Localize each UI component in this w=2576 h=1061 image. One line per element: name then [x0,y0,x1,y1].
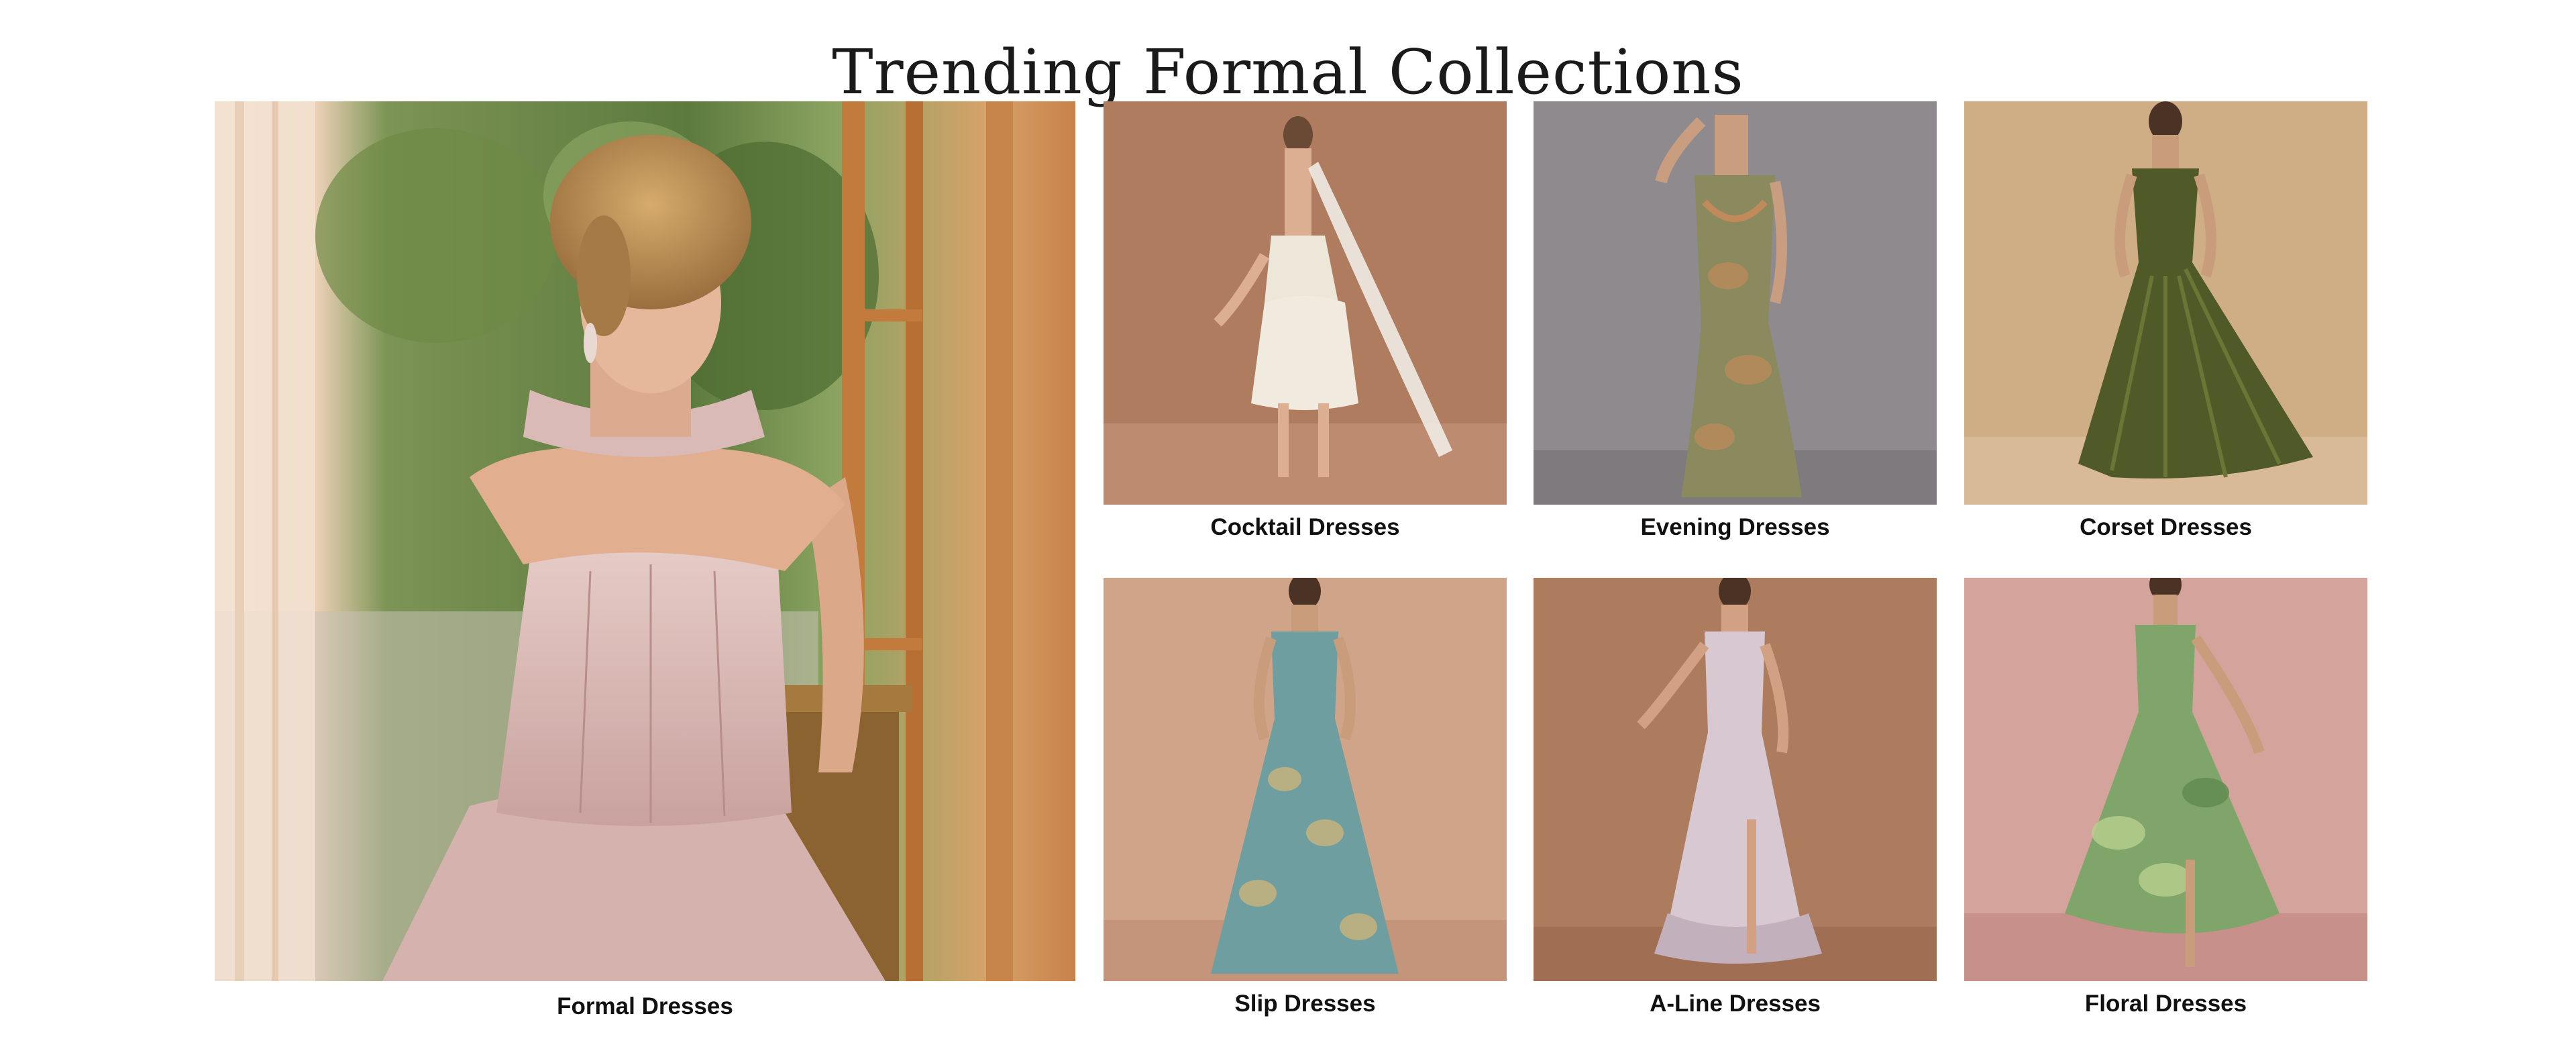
evening-dresses-image[interactable] [1534,101,1937,505]
collection-card-evening-dresses[interactable]: Evening Dresses [1534,101,1937,585]
section-title: Trending Formal Collections [832,36,1744,108]
floral-dresses-label[interactable]: Floral Dresses [1964,989,2367,1019]
collection-card-corset-dresses[interactable]: Corset Dresses [1964,101,2367,585]
cocktail-dresses-image[interactable] [1104,101,1507,505]
a-line-dresses-image[interactable] [1534,578,1937,981]
collection-card-slip-dresses[interactable]: Slip Dresses [1104,578,1507,1061]
cocktail-dresses-label[interactable]: Cocktail Dresses [1104,513,1507,542]
collection-card-formal-dresses[interactable]: Formal Dresses [215,101,1075,1024]
slip-dresses-label[interactable]: Slip Dresses [1104,989,1507,1019]
formal-dresses-label[interactable]: Formal Dresses [215,992,1075,1021]
floral-dresses-image[interactable] [1964,578,2367,981]
corset-dresses-label[interactable]: Corset Dresses [1964,513,2367,542]
evening-dresses-label[interactable]: Evening Dresses [1534,513,1937,542]
corset-dresses-image[interactable] [1964,101,2367,505]
collection-card-cocktail-dresses[interactable]: Cocktail Dresses [1104,101,1507,585]
collection-card-floral-dresses[interactable]: Floral Dresses [1964,578,2367,1061]
collection-card-a-line-dresses[interactable]: A-Line Dresses [1534,578,1937,1061]
a-line-dresses-label[interactable]: A-Line Dresses [1534,989,1937,1019]
formal-dresses-image[interactable] [215,101,1075,981]
slip-dresses-image[interactable] [1104,578,1507,981]
